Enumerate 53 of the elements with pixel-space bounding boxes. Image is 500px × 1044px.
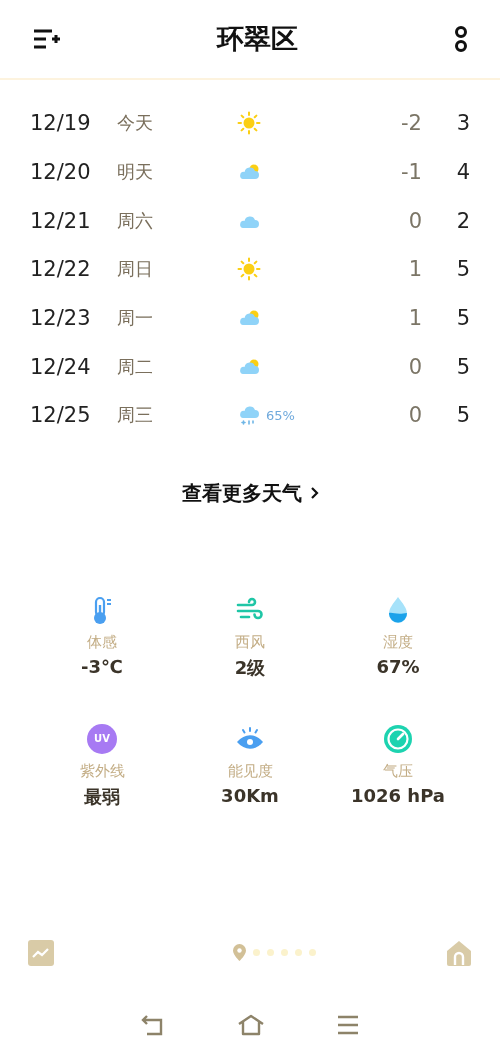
- gauge-icon: [383, 723, 413, 754]
- chevron-right-icon: [309, 486, 319, 501]
- home-icon[interactable]: [237, 1013, 265, 1036]
- day-text: 周一: [117, 306, 154, 331]
- high-temperature: 5: [455, 403, 470, 428]
- low-temperature: 0: [407, 354, 422, 379]
- detail-value: 1026 hPa: [350, 784, 445, 806]
- uv-icon: UV: [87, 723, 117, 754]
- day-text: 今天: [117, 111, 154, 136]
- sun-icon: [235, 257, 263, 282]
- detail-value: -3℃: [81, 655, 123, 677]
- detail-label: 西风: [235, 632, 265, 652]
- day-text: 周二: [117, 354, 154, 379]
- back-icon[interactable]: [141, 1013, 165, 1036]
- detail-value: 67%: [376, 655, 420, 677]
- date-text: 12/21: [30, 208, 92, 233]
- date-text: 12/22: [30, 257, 92, 282]
- day-text: 周六: [117, 208, 154, 233]
- day-text: 明天: [117, 160, 154, 185]
- menu-icon[interactable]: [337, 1013, 359, 1036]
- date-text: 12/25: [30, 403, 92, 428]
- detail-label: 体感: [87, 632, 117, 652]
- low-temperature: 1: [407, 257, 422, 282]
- detail-label: 湿度: [383, 632, 413, 652]
- date-text: 12/20: [30, 160, 92, 185]
- low-temperature: 0: [407, 208, 422, 233]
- sun-icon: [235, 111, 263, 136]
- more-weather-link[interactable]: 查看更多天气: [181, 479, 319, 507]
- detail-value: 最弱: [84, 784, 120, 809]
- high-temperature: 5: [455, 354, 470, 379]
- detail-label: 能见度: [227, 761, 273, 781]
- low-temperature: 1: [407, 306, 422, 331]
- high-temperature: 5: [455, 306, 470, 331]
- day-text: 周日: [117, 257, 154, 282]
- day-text: 周三: [117, 403, 154, 428]
- detail-value: 30Km: [221, 784, 279, 806]
- low-temperature: -1: [400, 160, 422, 185]
- high-temperature: 2: [455, 208, 470, 233]
- precipitation-chance: 65%: [266, 407, 295, 423]
- add-city-icon[interactable]: [32, 28, 60, 50]
- date-text: 12/23: [30, 306, 92, 331]
- city-title: 环翠区: [216, 22, 298, 56]
- detail-label: 紫外线: [79, 761, 125, 781]
- date-text: 12/19: [30, 111, 92, 136]
- detail-value: 2级: [234, 655, 266, 680]
- date-text: 12/24: [30, 354, 92, 379]
- high-temperature: 3: [455, 111, 470, 136]
- low-temperature: -2: [400, 111, 422, 136]
- low-temperature: 0: [407, 403, 422, 428]
- high-temperature: 4: [455, 160, 470, 185]
- high-temperature: 5: [455, 257, 470, 282]
- more-options-icon[interactable]: [454, 25, 468, 53]
- detail-label: 气压: [383, 761, 413, 781]
